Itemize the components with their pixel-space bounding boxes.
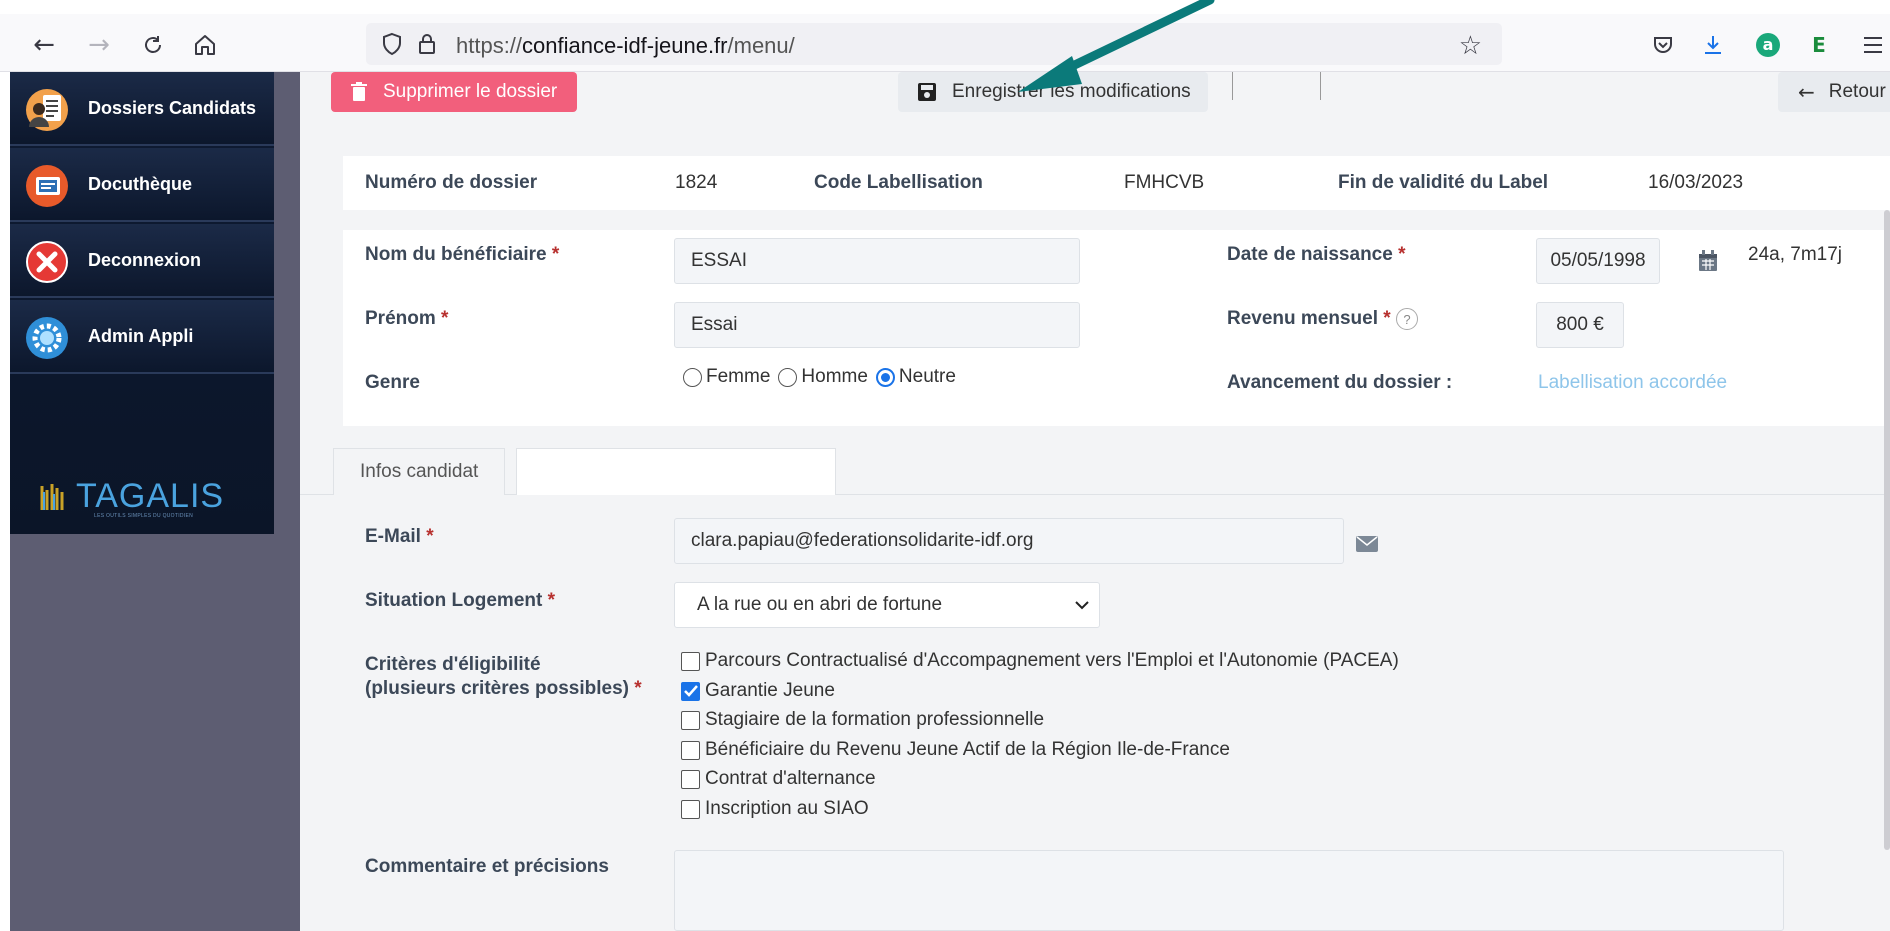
annotation-arrow bbox=[1018, 0, 1215, 92]
